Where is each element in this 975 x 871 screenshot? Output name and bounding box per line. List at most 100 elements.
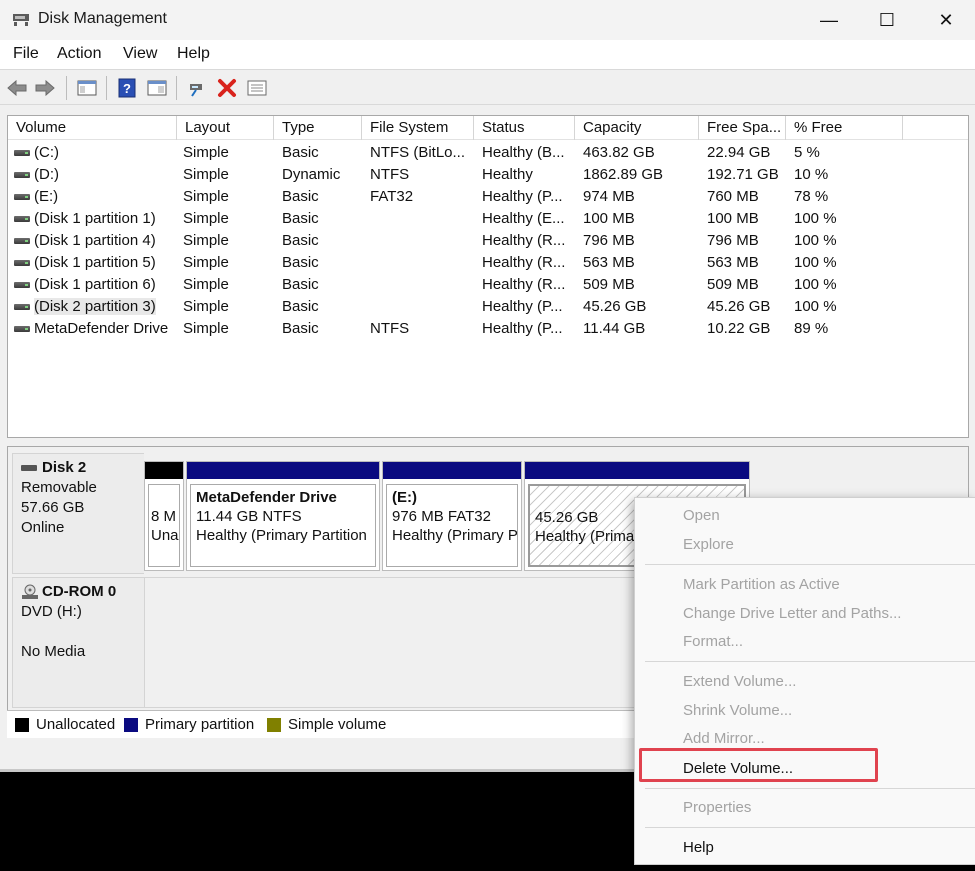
menu-bar: File Action View Help	[0, 40, 975, 69]
cell-status: Healthy (R...	[482, 230, 575, 252]
maximize-button[interactable]: ☐	[856, 0, 918, 40]
legend-swatch	[267, 717, 281, 732]
list-icon[interactable]	[245, 76, 269, 100]
removable-disk-icon	[21, 465, 37, 471]
menu-item-mark-partition-active[interactable]: Mark Partition as Active	[683, 576, 840, 593]
cell-text: Healthy (R...	[482, 254, 566, 271]
cell-volume: (C:)	[34, 142, 176, 164]
table-row[interactable]: (D:) Simple Dynamic NTFS Healthy 1862.89 GB 19…	[8, 164, 968, 186]
cell-capacity: 11.44 GB	[583, 318, 701, 340]
table-row[interactable]: (Disk 1 partition 5) Simple Basic Healthy (…	[8, 252, 968, 274]
close-button[interactable]: ✕	[915, 0, 975, 40]
properties-icon[interactable]	[145, 76, 169, 100]
cell-text: Simple	[183, 188, 229, 205]
partition-body: MetaDefender Drive 11.44 GB NTFS Healthy…	[190, 484, 376, 567]
cell-text: NTFS (BitLo...	[370, 144, 466, 161]
back-icon[interactable]	[5, 76, 29, 100]
column-header-type[interactable]: Type	[274, 116, 362, 140]
forward-icon[interactable]	[33, 76, 57, 100]
partition-metadefender-drive[interactable]: MetaDefender Drive 11.44 GB NTFS Healthy…	[186, 461, 380, 571]
column-header-capacity[interactable]: Capacity	[575, 116, 699, 140]
cell-file-system: NTFS	[370, 318, 476, 340]
disk-status: No Media	[21, 643, 86, 660]
cell-capacity: 1862.89 GB	[583, 164, 701, 186]
column-header-free-space[interactable]: Free Spa...	[699, 116, 786, 140]
table-row[interactable]: (Disk 1 partition 4) Simple Basic Healthy (…	[8, 230, 968, 252]
cell-status: Healthy (P...	[482, 186, 575, 208]
cell-percent-free: 100 %	[794, 230, 904, 252]
table-row[interactable]: (Disk 1 partition 1) Simple Basic Healthy (…	[8, 208, 968, 230]
menu-separator	[645, 788, 975, 789]
table-row[interactable]: (Disk 1 partition 6) Simple Basic Healthy (…	[8, 274, 968, 296]
menu-item-change-drive-letter[interactable]: Change Drive Letter and Paths...	[683, 605, 901, 622]
column-header-percent-free[interactable]: % Free	[786, 116, 903, 140]
partition-e-drive[interactable]: (E:) 976 MB FAT32 Healthy (Primary P	[382, 461, 522, 571]
legend-swatch	[124, 717, 138, 732]
table-row[interactable]: (E:) Simple Basic FAT32 Healthy (P... 974 MB 7…	[8, 186, 968, 208]
cell-capacity: 509 MB	[583, 274, 701, 296]
menu-item-explore[interactable]: Explore	[683, 536, 734, 553]
menu-item-properties[interactable]: Properties	[683, 799, 751, 816]
partition-title: (E:)	[392, 489, 417, 506]
menu-item-help[interactable]: Help	[683, 839, 714, 856]
delete-icon[interactable]	[215, 76, 239, 100]
cell-text: (D:)	[34, 166, 59, 183]
minimize-button[interactable]: —	[798, 0, 860, 40]
connect-icon[interactable]	[185, 76, 209, 100]
cell-text: 100 %	[794, 210, 837, 227]
cell-text: (Disk 1 partition 1)	[34, 210, 156, 227]
menu-help[interactable]: Help	[177, 45, 210, 63]
cell-text: Simple	[183, 144, 229, 161]
menu-item-open[interactable]: Open	[683, 507, 720, 524]
column-header-status[interactable]: Status	[474, 116, 575, 140]
cd-rom-0-label[interactable]: CD-ROM 0 DVD (H:) No Media	[12, 577, 146, 708]
partition-size: 11.44 GB NTFS	[196, 508, 302, 525]
cell-text: 192.71 GB	[707, 166, 779, 183]
cell-file-system: FAT32	[370, 186, 476, 208]
console-tree-icon[interactable]	[75, 76, 99, 100]
menu-item-shrink-volume[interactable]: Shrink Volume...	[683, 702, 792, 719]
cell-text: Simple	[183, 210, 229, 227]
cell-type: Basic	[282, 252, 366, 274]
cell-text: 463.82 GB	[583, 144, 655, 161]
menu-item-add-mirror[interactable]: Add Mirror...	[683, 730, 765, 747]
cell-file-system: NTFS	[370, 164, 476, 186]
column-header-volume[interactable]: Volume	[8, 116, 177, 140]
cd-drive-icon	[22, 584, 38, 599]
disk-status: Online	[21, 519, 65, 536]
cell-text: Simple	[183, 298, 229, 315]
menu-item-format[interactable]: Format...	[683, 633, 743, 650]
disk-2-label[interactable]: Disk 2 Removable 57.66 GB Online	[12, 453, 146, 574]
cell-percent-free: 5 %	[794, 142, 904, 164]
menu-action[interactable]: Action	[57, 45, 101, 63]
help-icon[interactable]: ?	[115, 76, 139, 100]
cell-file-system	[370, 208, 476, 230]
cell-capacity: 45.26 GB	[583, 296, 701, 318]
cell-text: (C:)	[34, 144, 59, 161]
partition-body: (E:) 976 MB FAT32 Healthy (Primary P	[386, 484, 518, 567]
partition-unallocated[interactable]: 8 M Una	[144, 461, 184, 571]
volume-icon	[14, 194, 30, 200]
volume-icon	[14, 150, 30, 156]
menu-separator	[645, 661, 975, 662]
cell-text: Simple	[183, 166, 229, 183]
menu-item-extend-volume[interactable]: Extend Volume...	[683, 673, 796, 690]
table-row[interactable]: MetaDefender Drive Simple Basic NTFS Healthy…	[8, 318, 968, 340]
table-row[interactable]: (C:) Simple Basic NTFS (BitLo... Healthy (B.…	[8, 142, 968, 164]
cell-free-space: 509 MB	[707, 274, 791, 296]
column-header-file-system[interactable]: File System	[362, 116, 474, 140]
cell-layout: Simple	[183, 274, 275, 296]
cell-text: 10 %	[794, 166, 829, 183]
cell-text: 1862.89 GB	[583, 166, 664, 183]
menu-view[interactable]: View	[123, 45, 157, 63]
close-icon: ✕	[938, 9, 954, 30]
toolbar-separator	[106, 76, 107, 100]
volume-icon	[14, 282, 30, 288]
table-row[interactable]: (Disk 2 partition 3) Simple Basic Healthy (…	[8, 296, 968, 318]
menu-file[interactable]: File	[13, 45, 39, 63]
cell-file-system	[370, 230, 476, 252]
partition-color-bar	[383, 462, 521, 479]
column-header-layout[interactable]: Layout	[177, 116, 274, 140]
cell-layout: Simple	[183, 142, 275, 164]
cell-text: Basic	[282, 232, 319, 249]
